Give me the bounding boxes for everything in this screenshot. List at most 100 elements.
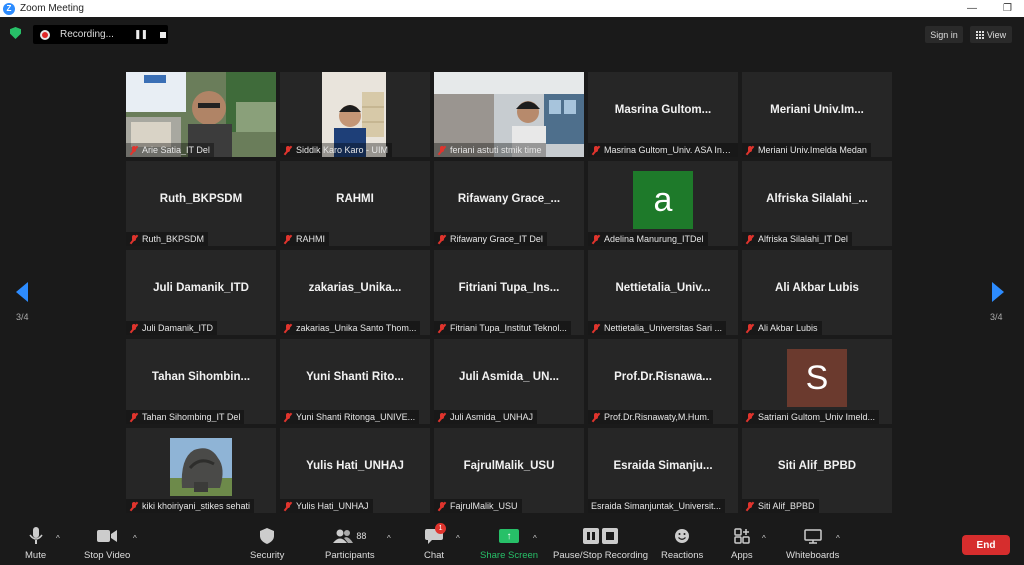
participant-tile[interactable]: FajrulMalik_USU FajrulMalik_USU (434, 428, 584, 513)
apps-label: Apps (731, 550, 753, 561)
apps-button[interactable]: Apps (731, 526, 753, 561)
chat-options-chevron-icon[interactable]: ^ (456, 534, 460, 543)
whiteboards-label: Whiteboards (786, 550, 840, 561)
audio-options-chevron-icon[interactable]: ^ (56, 534, 60, 543)
pause-stop-recording-button[interactable]: Pause/Stop Recording (553, 526, 648, 561)
participant-name: Esraida Simanjuntak_Universit... (591, 501, 722, 511)
participants-icon: 88 (333, 526, 366, 546)
security-label: Security (250, 550, 285, 561)
participant-name: Prof.Dr.Risnawaty,M.Hum. (604, 412, 710, 422)
participant-name: FajrulMalik_USU (450, 501, 518, 511)
security-button[interactable]: Security (250, 526, 284, 561)
mute-button[interactable]: Mute (25, 526, 46, 561)
participant-display-name: Ruth_BKPSDM (159, 193, 243, 205)
muted-microphone-icon (129, 234, 139, 245)
participant-tile[interactable]: kiki khoiriyani_stikes sehati (126, 428, 276, 513)
restore-icon[interactable]: ❐ (1003, 3, 1012, 14)
participant-tile[interactable]: Siti Alif_BPBD Siti Alif_BPBD (742, 428, 892, 513)
reactions-label: Reactions (661, 550, 704, 561)
participant-tile[interactable]: a Adelina Manurung_ITDel (588, 161, 738, 246)
chat-unread-badge: 1 (435, 523, 447, 534)
apps-options-chevron-icon[interactable]: ^ (762, 534, 766, 543)
sign-in-button[interactable]: Sign in (925, 26, 963, 43)
participants-options-chevron-icon[interactable]: ^ (387, 534, 391, 543)
participants-button[interactable]: 88 Participants (325, 526, 375, 561)
whiteboards-options-chevron-icon[interactable]: ^ (836, 534, 840, 543)
participant-display-name: Prof.Dr.Risnawa... (614, 371, 712, 383)
reactions-button[interactable]: Reactions (661, 526, 703, 561)
participant-tile[interactable]: RAHMI RAHMI (280, 161, 430, 246)
participant-name: Juli Asmida_ UNHAJ (450, 412, 534, 422)
participant-tile[interactable]: Alfriska Silalahi_... Alfriska Silalahi_I… (742, 161, 892, 246)
chat-button[interactable]: 1 Chat (424, 523, 447, 561)
participant-display-name: Fitriani Tupa_Ins... (458, 282, 560, 294)
mute-label: Mute (25, 550, 47, 561)
participant-name-label: Prof.Dr.Risnawaty,M.Hum. (588, 410, 714, 424)
participant-display-name: FajrulMalik_USU (463, 460, 555, 472)
participant-tile[interactable]: Siddik Karo Karo - UIM (280, 72, 430, 157)
participant-tile[interactable]: Juli Asmida_ UN... Juli Asmida_ UNHAJ (434, 339, 584, 424)
participant-name: Siddik Karo Karo - UIM (296, 145, 389, 155)
participant-tile[interactable]: Fitriani Tupa_Ins... Fitriani Tupa_Instit… (434, 250, 584, 335)
participant-tile[interactable]: Ali Akbar Lubis Ali Akbar Lubis (742, 250, 892, 335)
previous-page-arrow-icon[interactable] (16, 282, 28, 302)
participant-name-label: Ali Akbar Lubis (742, 321, 822, 335)
participant-tile[interactable]: Prof.Dr.Risnawa... Prof.Dr.Risnawaty,M.Hu… (588, 339, 738, 424)
participant-tile[interactable]: Meriani Univ.Im... Meriani Univ.Imelda Me… (742, 72, 892, 157)
participant-tile[interactable]: Yuni Shanti Rito... Yuni Shanti Ritonga_U… (280, 339, 430, 424)
page-indicator-right: 3/4 (990, 312, 1003, 322)
participant-name-label: FajrulMalik_USU (434, 499, 522, 513)
pause-recording-icon[interactable]: ❚❚ (134, 29, 148, 40)
chat-bubble-icon: 1 (425, 523, 447, 546)
whiteboards-button[interactable]: Whiteboards (786, 526, 839, 561)
participant-tile[interactable]: Rifawany Grace_... Rifawany Grace_IT Del (434, 161, 584, 246)
participant-name-label: Ruth_BKPSDM (126, 232, 209, 246)
muted-microphone-icon (437, 501, 447, 512)
participant-tile[interactable]: zakarias_Unika... zakarias_Unika Santo Th… (280, 250, 430, 335)
video-options-chevron-icon[interactable]: ^ (133, 534, 137, 543)
participant-name-label: Arie Satia_IT Del (126, 143, 214, 157)
participant-name-label: Tahan Sihombing_IT Del (126, 410, 245, 424)
minimize-icon[interactable]: — (967, 3, 977, 14)
stop-video-button[interactable]: Stop Video (84, 526, 130, 561)
participant-tile[interactable]: Masrina Gultom... Masrina Gultom_Univ. AS… (588, 72, 738, 157)
participant-name-label: Esraida Simanjuntak_Universit... (588, 499, 726, 513)
participant-tile[interactable]: Juli Damanik_ITD Juli Damanik_ITD (126, 250, 276, 335)
muted-microphone-icon (283, 412, 293, 423)
participant-tile[interactable]: Tahan Sihombin... Tahan Sihombing_IT Del (126, 339, 276, 424)
muted-microphone-icon (437, 234, 447, 245)
muted-microphone-icon (283, 145, 293, 156)
recording-dot-icon (40, 29, 50, 40)
security-shield-icon (260, 526, 275, 546)
share-screen-button[interactable]: ↑ Share Screen (480, 526, 538, 561)
participant-name-label: Juli Asmida_ UNHAJ (434, 410, 538, 424)
participant-tile[interactable]: Nettietalia_Univ... Nettietalia_Universit… (588, 250, 738, 335)
participant-tile[interactable]: feriani astuti stmik time (434, 72, 584, 157)
view-button[interactable]: View (970, 26, 1012, 43)
muted-microphone-icon (283, 323, 293, 334)
end-meeting-button[interactable]: End (962, 535, 1010, 555)
muted-microphone-icon (591, 234, 601, 245)
participant-tile[interactable]: S Satriani Gultom_Univ Imeld... (742, 339, 892, 424)
muted-microphone-icon (591, 323, 601, 334)
participant-name-label: Satriani Gultom_Univ Imeld... (742, 410, 880, 424)
encryption-shield-icon[interactable] (10, 27, 21, 39)
muted-microphone-icon (745, 412, 755, 423)
participant-tile[interactable]: Yulis Hati_UNHAJ Yulis Hati_UNHAJ (280, 428, 430, 513)
whiteboard-icon (803, 526, 822, 546)
participant-tile[interactable]: Arie Satia_IT Del (126, 72, 276, 157)
stop-recording-icon[interactable] (160, 31, 167, 38)
participant-name-label: Alfriska Silalahi_IT Del (742, 232, 852, 246)
share-options-chevron-icon[interactable]: ^ (533, 534, 537, 543)
share-screen-label: Share Screen (480, 550, 539, 561)
participant-tile[interactable]: Ruth_BKPSDM Ruth_BKPSDM (126, 161, 276, 246)
next-page-arrow-icon[interactable] (992, 282, 1004, 302)
participant-tile[interactable]: Esraida Simanju... Esraida Simanjuntak_Un… (588, 428, 738, 513)
muted-microphone-icon (745, 323, 755, 334)
participant-name-label: Nettietalia_Universitas Sari ... (588, 321, 727, 335)
participant-avatar: S (787, 349, 847, 407)
participant-name: Masrina Gultom_Univ. ASA Ind... (604, 145, 734, 155)
participants-label: Participants (325, 550, 375, 561)
microphone-icon (28, 526, 43, 546)
participant-name-label: Adelina Manurung_ITDel (588, 232, 708, 246)
